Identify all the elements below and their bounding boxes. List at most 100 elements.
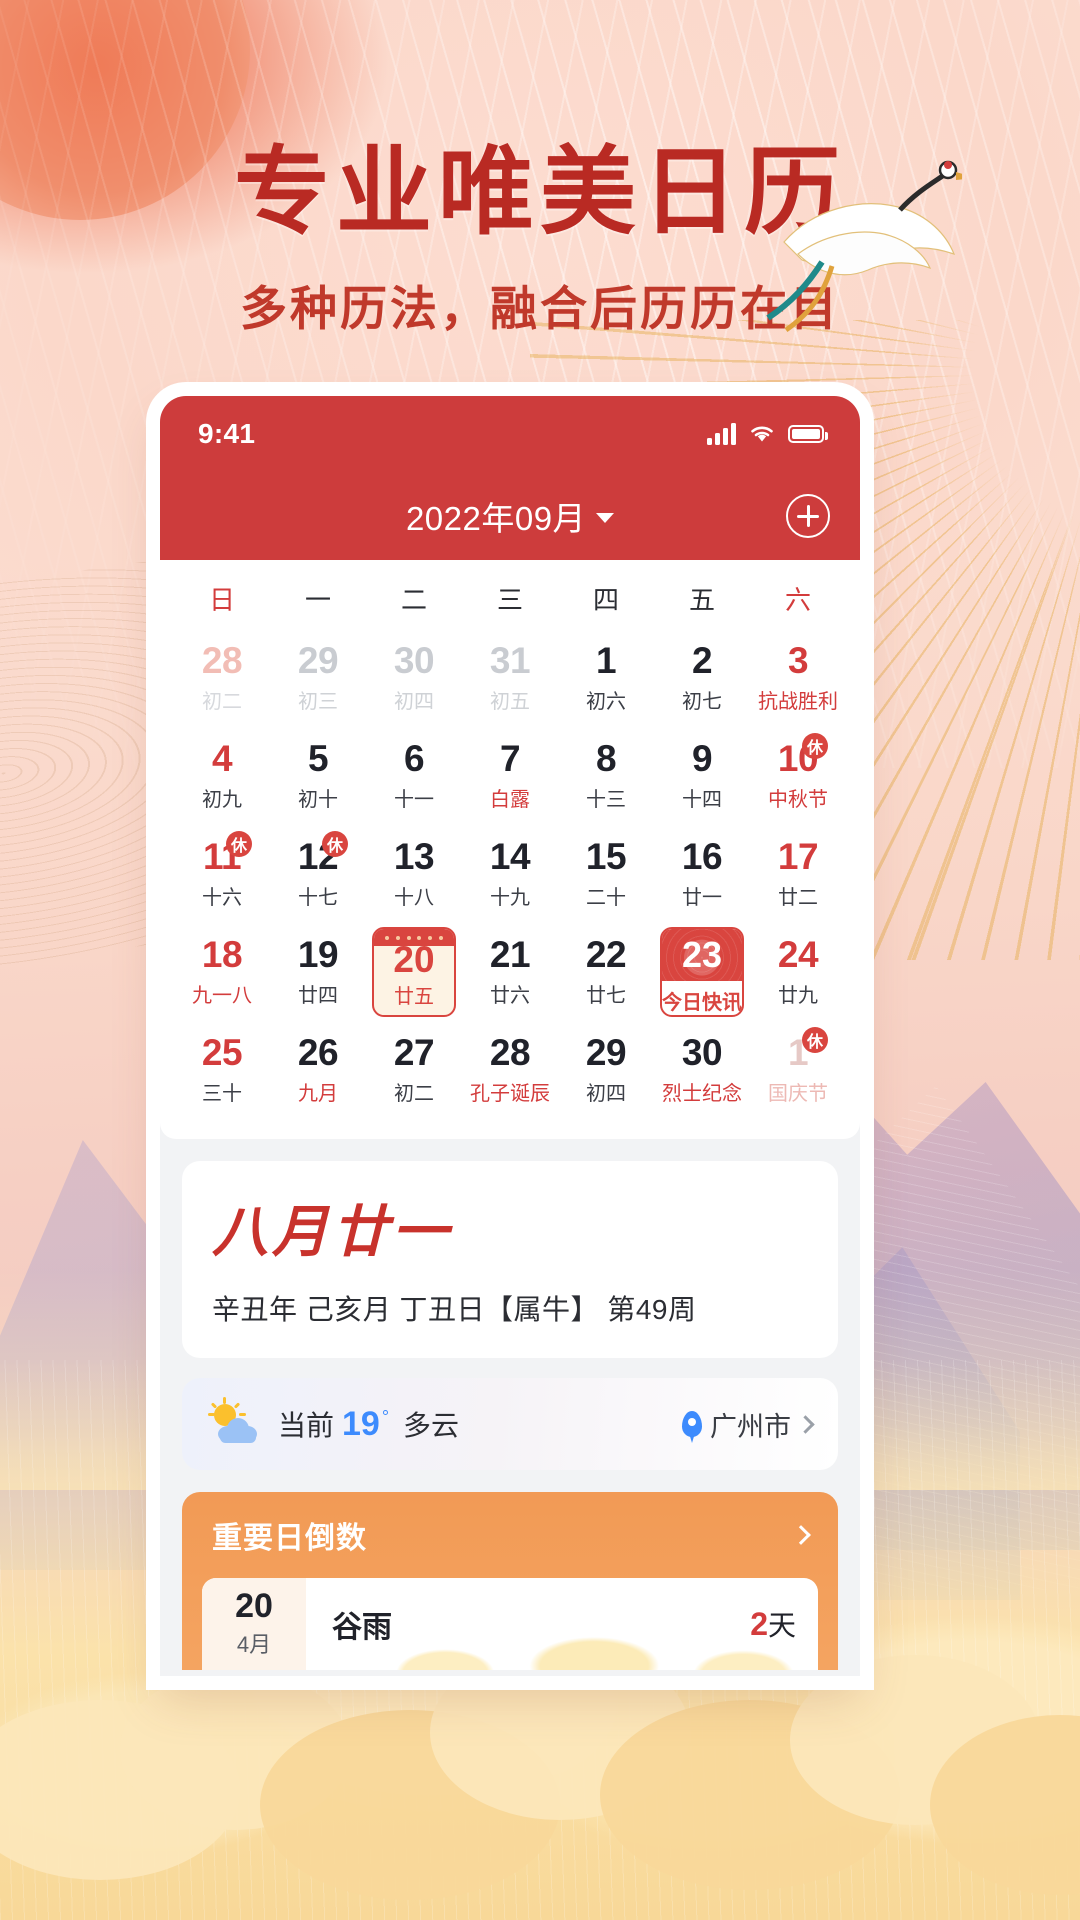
calendar-day-number: 25	[201, 1031, 243, 1073]
calendar-day-22[interactable]: 22 廿七	[558, 923, 654, 1021]
selected-day-box: 20 廿五	[372, 927, 456, 1017]
calendar-day-lunar: 廿九	[778, 985, 818, 1008]
cloud-decoration	[352, 1610, 818, 1670]
calendar-day-lunar: 十四	[682, 789, 722, 812]
calendar-day-number: 24	[777, 933, 819, 975]
weather-location-button[interactable]: 广州市	[682, 1405, 815, 1444]
calendar-day-number: 20	[393, 939, 435, 980]
calendar-day-8[interactable]: 8 十三	[558, 727, 654, 825]
calendar-day-11[interactable]: 11 十六休	[174, 825, 270, 923]
calendar-day-23[interactable]: 23 今日快讯	[654, 923, 750, 1021]
calendar-day-21[interactable]: 21 廿六	[462, 923, 558, 1021]
calendar-day-4[interactable]: 4 初九	[174, 727, 270, 825]
calendar-day-3[interactable]: 3 抗战胜利	[750, 629, 846, 727]
calendar-day-lunar: 初五	[490, 691, 530, 714]
calendar-day-lunar: 廿五	[394, 986, 434, 1008]
weekday-header-row: 日一二三四五六	[164, 560, 856, 629]
calendar-day-lunar: 十九	[490, 887, 530, 910]
calendar-day-number: 15	[585, 835, 627, 877]
lunar-info-card[interactable]: 八月廿一 辛丑年 己亥月 丁丑日【属牛】 第49周	[182, 1161, 838, 1358]
calendar-day-1[interactable]: 1 初六	[558, 629, 654, 727]
calendar-day-lunar: 廿六	[490, 985, 530, 1008]
weekday-header-四: 四	[592, 585, 619, 615]
calendar-day-number: 28	[489, 1031, 531, 1073]
calendar-day-14[interactable]: 14 十九	[462, 825, 558, 923]
rest-day-badge: 休	[322, 831, 348, 857]
calendar-day-13[interactable]: 13 十八	[366, 825, 462, 923]
calendar-card: 日 一 二 三 四 五 六 28 初二 29 初三 30 初四 31 初五 1 初六 2 初七 3 抗战胜利 4 初九 5 初…	[160, 560, 860, 1139]
calendar-day-number: 28	[201, 639, 243, 681]
calendar-day-number: 2	[691, 639, 713, 681]
calendar-day-number: 21	[489, 933, 531, 975]
calendar-day-24[interactable]: 24 廿九	[750, 923, 846, 1021]
status-bar-icons	[707, 423, 828, 445]
month-selector[interactable]: 2022年09月	[406, 492, 615, 540]
chevron-right-icon	[796, 1414, 815, 1434]
calendar-day-6[interactable]: 6 十一	[366, 727, 462, 825]
calendar-day-lunar: 初七	[682, 691, 722, 714]
plus-icon	[797, 505, 819, 527]
add-event-button[interactable]	[786, 494, 830, 538]
calendar-day-lunar: 抗战胜利	[758, 691, 838, 714]
status-bar-time: 9:41	[198, 418, 256, 449]
calendar-day-lunar: 九月	[298, 1083, 338, 1106]
calendar-day-lunar: 初九	[202, 789, 242, 812]
calendar-day-7[interactable]: 7 白露	[462, 727, 558, 825]
calendar-day-number: 14	[489, 835, 531, 877]
weather-label: 当前	[278, 1410, 335, 1441]
calendar-day-15[interactable]: 15 二十	[558, 825, 654, 923]
calendar-day-18[interactable]: 18 九一八	[174, 923, 270, 1021]
calendar-day-25[interactable]: 25 三十	[174, 1021, 270, 1119]
nav-bar: 2022年09月	[160, 472, 860, 560]
calendar-day-20[interactable]: 20 廿五	[366, 923, 462, 1021]
calendar-day-number: 22	[585, 933, 627, 975]
countdown-header[interactable]: 重要日倒数	[182, 1492, 838, 1578]
calendar-week-row: 25 三十 26 九月 27 初二 28 孔子诞辰 29 初四 30 烈士纪念 1 国庆节休	[164, 1021, 856, 1119]
countdown-item-days-number: 2	[750, 1606, 768, 1642]
today-highlight: 23	[662, 929, 742, 981]
calendar-day-28[interactable]: 28 孔子诞辰	[462, 1021, 558, 1119]
calendar-day-lunar: 廿二	[778, 887, 818, 910]
calendar-day-lunar: 廿四	[298, 985, 338, 1008]
weekday-header-五: 五	[688, 585, 715, 615]
calendar-day-16[interactable]: 16 廿一	[654, 825, 750, 923]
calendar-day-lunar: 白露	[490, 789, 530, 812]
calendar-day-lunar: 初十	[298, 789, 338, 812]
calendar-day-lunar: 初三	[298, 691, 338, 714]
calendar-day-number: 19	[297, 933, 339, 975]
weekday-header-一: 一	[304, 585, 331, 615]
calendar-day-lunar: 烈士纪念	[662, 1083, 742, 1106]
calendar-day-26[interactable]: 26 九月	[270, 1021, 366, 1119]
lunar-date-big: 八月廿一	[212, 1202, 452, 1264]
calendar-day-19[interactable]: 19 廿四	[270, 923, 366, 1021]
calendar-day-28[interactable]: 28 初二	[174, 629, 270, 727]
calendar-day-30[interactable]: 30 初四	[366, 629, 462, 727]
calendar-day-29[interactable]: 29 初三	[270, 629, 366, 727]
calendar-day-29[interactable]: 29 初四	[558, 1021, 654, 1119]
countdown-item-name: 谷雨	[332, 1611, 392, 1644]
sun-cloud-icon	[208, 1397, 262, 1446]
calendar-day-lunar: 孔子诞辰	[470, 1083, 550, 1106]
weather-summary: 当前 19 ° 多云	[278, 1404, 459, 1444]
calendar-day-lunar: 初二	[394, 1083, 434, 1106]
calendar-day-12[interactable]: 12 十七休	[270, 825, 366, 923]
weather-card[interactable]: 当前 19 ° 多云 广州市	[182, 1378, 838, 1470]
wifi-icon	[751, 426, 773, 442]
calendar-day-9[interactable]: 9 十四	[654, 727, 750, 825]
calendar-day-lunar: 初四	[394, 691, 434, 714]
calendar-day-27[interactable]: 27 初二	[366, 1021, 462, 1119]
app-screen: 9:41 2022年09月 日一二三四五六 28 初二 29 初三 30 初四 31 初五 1 初…	[160, 396, 860, 1676]
calendar-day-lunar: 廿七	[586, 985, 626, 1008]
list-item[interactable]: 20 4月 谷雨 2天	[202, 1578, 818, 1670]
calendar-week-row: 11 十六休 12 十七休 13 十八 14 十九 15 二十 16 廿一 17 廿二	[164, 825, 856, 923]
calendar-day-2[interactable]: 2 初七	[654, 629, 750, 727]
calendar-day-number: 7	[499, 737, 521, 779]
calendar-day-17[interactable]: 17 廿二	[750, 825, 846, 923]
calendar-day-number: 8	[595, 737, 617, 779]
calendar-day-1[interactable]: 1 国庆节休	[750, 1021, 846, 1119]
calendar-day-30[interactable]: 30 烈士纪念	[654, 1021, 750, 1119]
calendar-day-lunar: 十八	[394, 887, 434, 910]
calendar-day-31[interactable]: 31 初五	[462, 629, 558, 727]
calendar-day-10[interactable]: 10 中秋节休	[750, 727, 846, 825]
calendar-day-5[interactable]: 5 初十	[270, 727, 366, 825]
